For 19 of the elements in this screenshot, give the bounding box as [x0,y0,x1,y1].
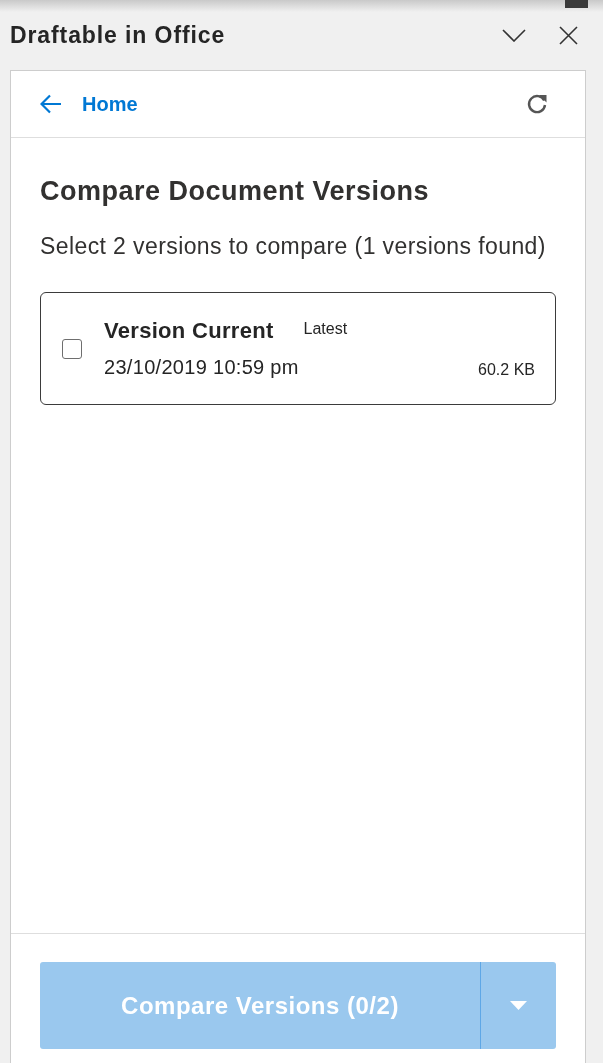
corner-badge [565,0,588,8]
page-heading: Compare Document Versions [40,175,431,208]
refresh-icon [526,93,548,115]
page-subtitle: Select 2 versions to compare (1 versions found) [40,232,547,261]
caret-down-icon [510,1001,527,1010]
version-date: 23/10/2019 10:59 pm [104,356,299,379]
version-name: Version Current [104,318,274,344]
back-arrow-icon [40,94,62,114]
collapse-button[interactable] [502,28,526,42]
home-link[interactable]: Home [40,92,138,116]
close-icon [559,25,578,45]
chevron-down-icon [502,28,526,42]
version-tag: Latest [303,320,348,338]
file-size: 60.2 KB [478,361,535,379]
window-title: Draftable in Office [10,21,227,49]
checkbox[interactable] [62,338,82,359]
close-button[interactable] [559,25,578,45]
version-card[interactable]: Version Current Latest 23/10/2019 10:59 pm 60.2 KB [40,292,556,405]
refresh-button[interactable] [526,93,548,115]
